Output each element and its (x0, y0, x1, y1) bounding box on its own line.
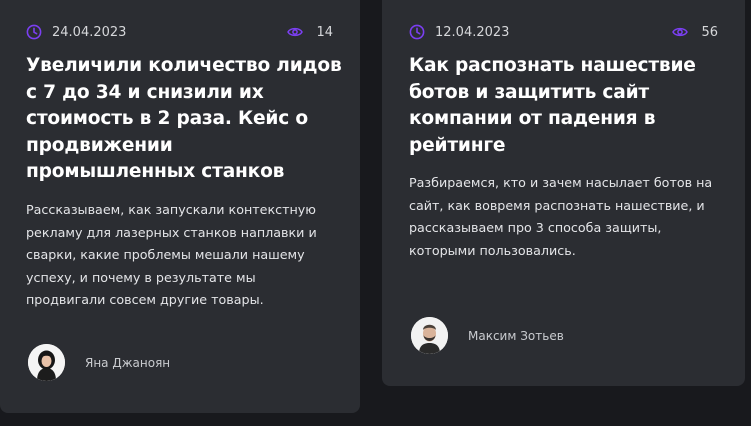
article-date: 12.04.2023 (409, 22, 509, 42)
views-count: 14 (316, 24, 333, 40)
author-photo (28, 344, 65, 381)
author-photo (411, 317, 448, 354)
article-card[interactable]: 24.04.2023 14 Увеличили количество лидов… (0, 0, 360, 413)
date-text: 24.04.2023 (52, 24, 127, 40)
article-views: 56 (672, 22, 718, 42)
article-title[interactable]: Увеличили количество лидов с 7 до 34 и с… (26, 53, 346, 186)
article-date: 24.04.2023 (26, 22, 126, 42)
article-card[interactable]: 12.04.2023 56 Как распознать нашествие б… (382, 0, 745, 386)
author-name: Яна Джаноян (85, 355, 171, 370)
avatar (411, 317, 448, 354)
article-excerpt: Разбираемся, кто и зачем насылает ботов … (409, 175, 713, 258)
article-title[interactable]: Как распознать нашествие ботов и защитит… (409, 53, 709, 159)
article-views: 14 (287, 22, 333, 42)
clock-icon (409, 24, 425, 40)
article-author: Максим Зотьев (411, 317, 564, 354)
author-name: Максим Зотьев (468, 328, 564, 343)
avatar (28, 344, 65, 381)
eye-icon (672, 27, 689, 37)
article-excerpt: Рассказываем, как запускали контекстную … (26, 202, 317, 307)
article-author: Яна Джаноян (28, 344, 170, 381)
views-count: 56 (701, 24, 718, 40)
date-text: 12.04.2023 (435, 24, 510, 40)
clock-icon (26, 24, 42, 40)
eye-icon (287, 27, 304, 37)
